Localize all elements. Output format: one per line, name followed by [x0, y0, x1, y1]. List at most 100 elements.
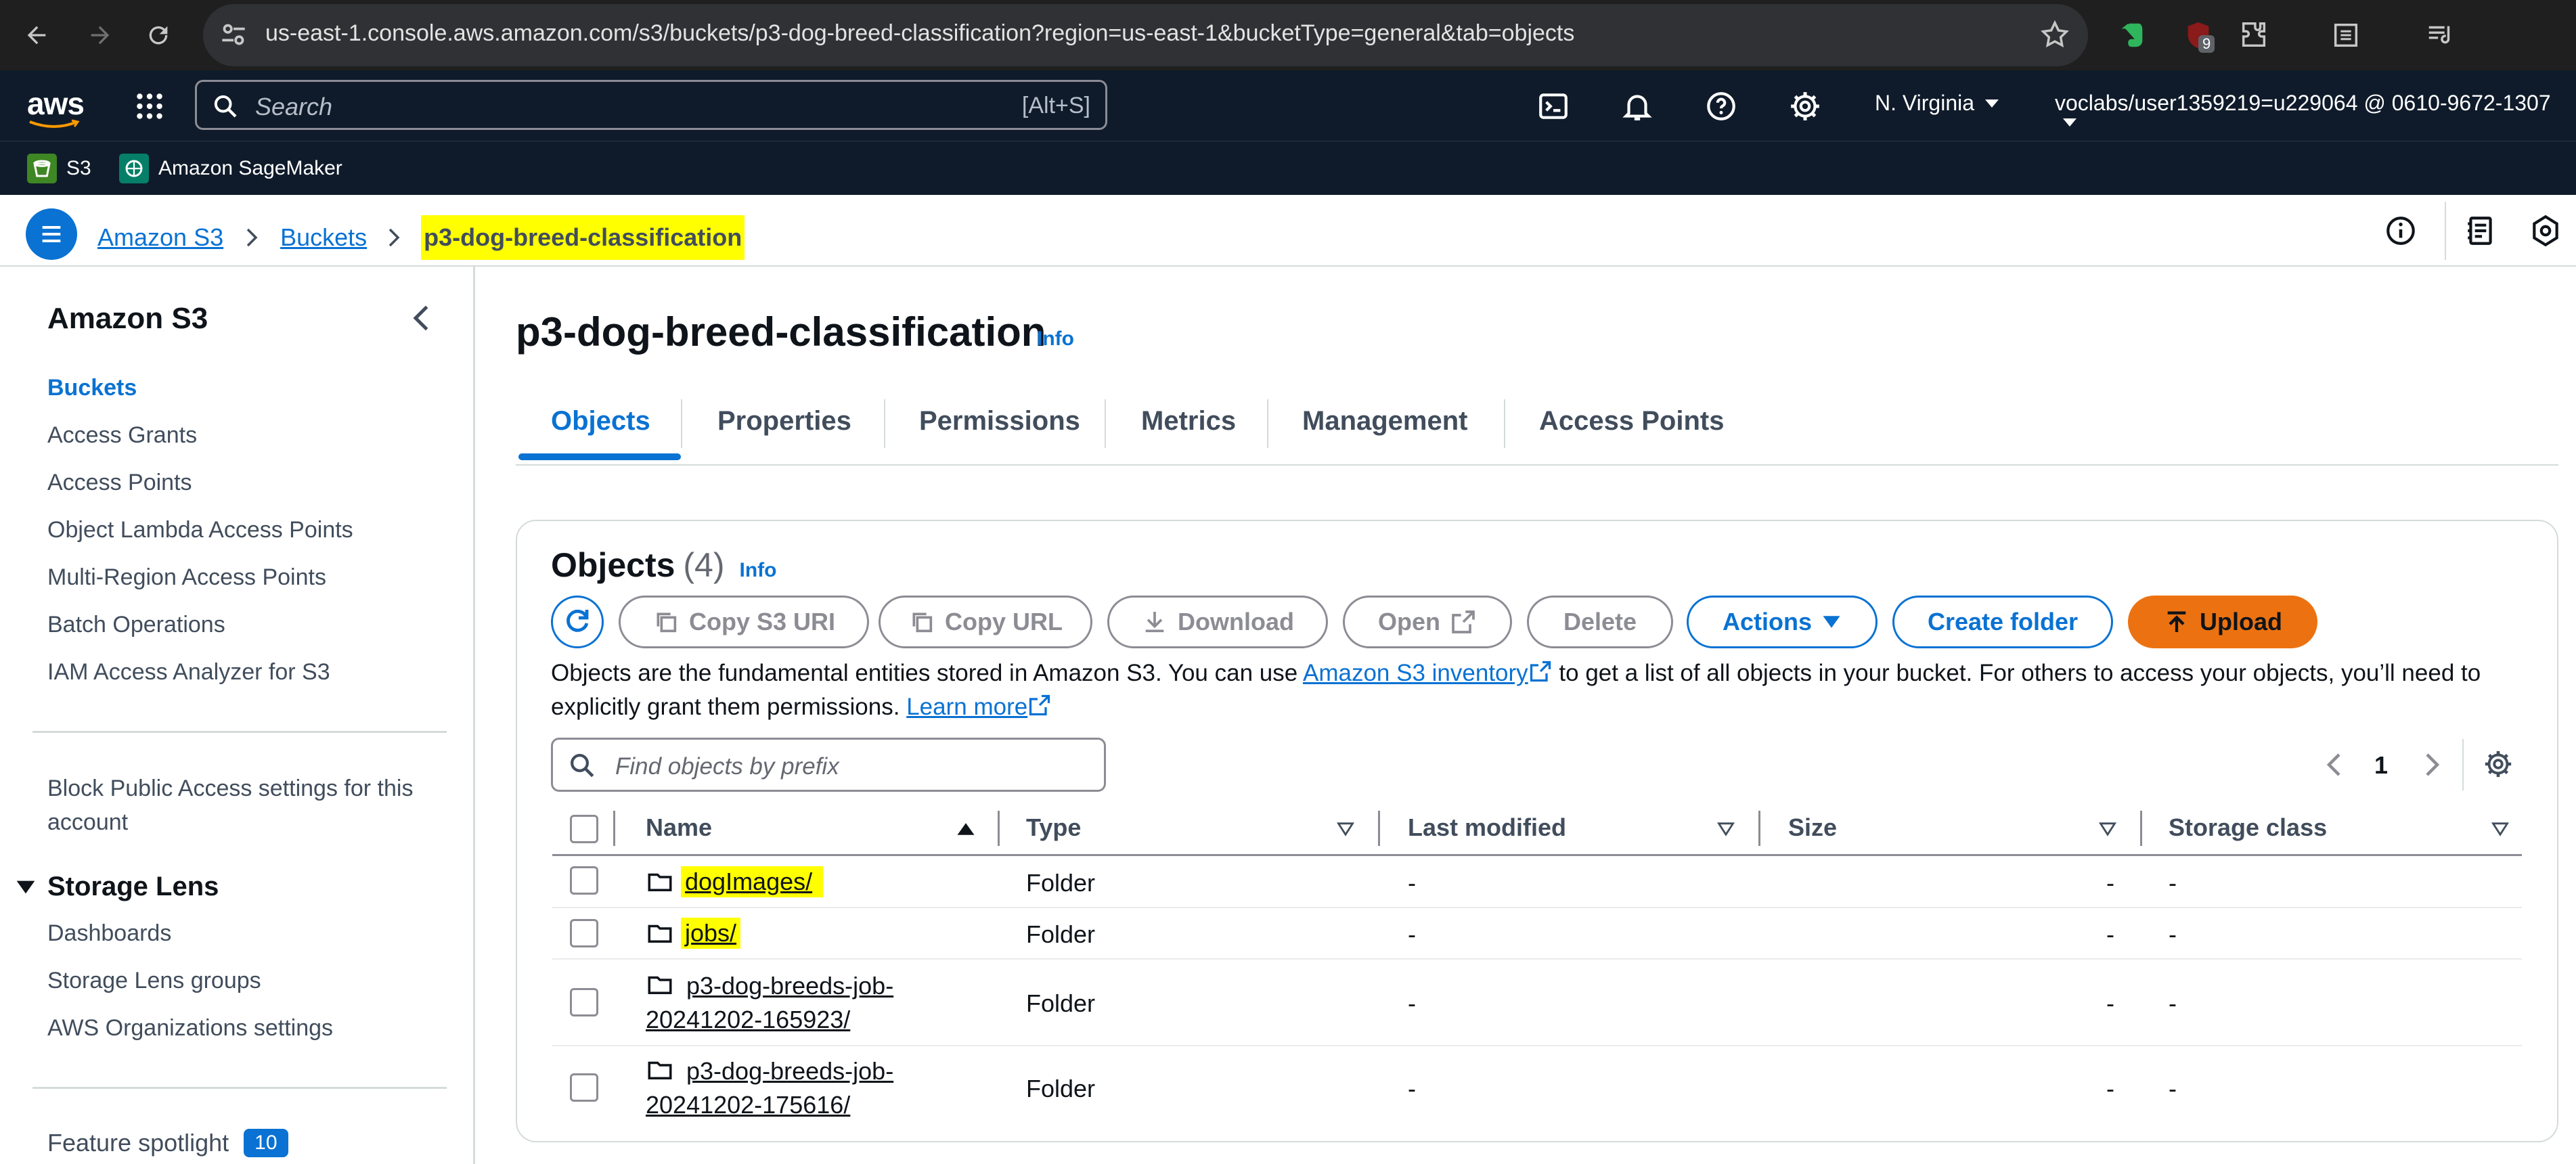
notes-panel-icon[interactable]	[2464, 214, 2497, 248]
tab-bar-border	[516, 464, 2558, 466]
breadcrumb-amazon-s3[interactable]: Amazon S3	[97, 223, 223, 252]
row-checkbox[interactable]	[570, 919, 598, 947]
divider	[2462, 739, 2464, 790]
row-checkbox[interactable]	[570, 866, 598, 895]
feature-spotlight[interactable]: Feature spotlight 10	[47, 1129, 288, 1157]
object-name-link[interactable]: 20241202-175616/	[646, 1091, 850, 1119]
sidebar-item-dashboards[interactable]: Dashboards	[47, 920, 171, 947]
column-header-size[interactable]: Size	[1788, 813, 1837, 842]
page-number[interactable]: 1	[2374, 751, 2388, 780]
services-menu-icon[interactable]	[133, 89, 166, 123]
folder-icon	[648, 976, 672, 994]
media-control-icon[interactable]	[2420, 15, 2461, 55]
object-name-link[interactable]: 20241202-165923/	[646, 1006, 850, 1034]
copy-s3-uri-button[interactable]: Copy S3 URI	[619, 596, 869, 648]
object-name-link[interactable]: p3-dog-breeds-job-	[686, 972, 893, 1000]
refresh-icon	[567, 609, 589, 632]
page-info-link[interactable]: Info	[1037, 328, 1074, 351]
cloudformation-panel-icon[interactable]	[2529, 214, 2562, 248]
sort-icon[interactable]	[1336, 820, 1355, 838]
sidebar-item-aws-organizations-settings[interactable]: AWS Organizations settings	[47, 1015, 333, 1042]
objects-info-link[interactable]: Info	[740, 559, 777, 582]
row-checkbox[interactable]	[570, 988, 598, 1016]
console-search-input[interactable]: Search [Alt+S]	[195, 80, 1107, 130]
settings-gear-icon[interactable]	[1788, 89, 1822, 123]
column-header-storage-class[interactable]: Storage class	[2169, 813, 2327, 842]
table-preferences-gear-icon[interactable]	[2483, 748, 2514, 780]
object-size: -	[2106, 1075, 2114, 1102]
info-panel-icon[interactable]	[2384, 214, 2418, 248]
tab-metrics[interactable]: Metrics	[1141, 406, 1236, 436]
folder-icon	[648, 1061, 672, 1079]
tab-objects[interactable]: Objects	[551, 406, 650, 436]
next-page-icon[interactable]	[2419, 750, 2443, 780]
reading-list-icon[interactable]	[2326, 15, 2366, 55]
navigation-menu-button[interactable]	[26, 208, 77, 260]
evernote-extension-icon[interactable]	[2112, 15, 2152, 55]
sidebar-item-access-points[interactable]: Access Points	[47, 470, 192, 496]
learn-more-link[interactable]: Learn more	[906, 694, 1027, 720]
sidebar-item-object-lambda-access-points[interactable]: Object Lambda Access Points	[47, 517, 353, 543]
tab-access-points[interactable]: Access Points	[1539, 406, 1724, 436]
tab-properties[interactable]: Properties	[717, 406, 851, 436]
sidebar-item-buckets[interactable]: Buckets	[47, 375, 137, 401]
back-icon[interactable]	[16, 15, 57, 55]
select-all-checkbox[interactable]	[570, 815, 598, 843]
url-text[interactable]: us-east-1.console.aws.amazon.com/s3/buck…	[265, 20, 1574, 47]
find-objects-input[interactable]: Find objects by prefix	[551, 738, 1106, 792]
favorite-s3[interactable]: S3	[27, 154, 91, 183]
copy-url-button[interactable]: Copy URL	[879, 596, 1092, 648]
actions-dropdown-button[interactable]: Actions	[1687, 596, 1878, 648]
sidebar-item-batch-operations[interactable]: Batch Operations	[47, 612, 225, 638]
forward-icon[interactable]	[80, 15, 120, 55]
object-name-link[interactable]: dogImages/	[681, 866, 824, 897]
s3-service-icon	[27, 154, 57, 183]
row-checkbox[interactable]	[570, 1073, 598, 1102]
object-name-link[interactable]: p3-dog-breeds-job-	[686, 1057, 893, 1085]
sort-ascending-icon[interactable]	[956, 820, 976, 838]
region-selector[interactable]: N. Virginia	[1875, 91, 2000, 116]
column-header-type[interactable]: Type	[1026, 813, 1081, 842]
breadcrumb-buckets[interactable]: Buckets	[280, 223, 367, 252]
sidebar-item-multi-region-access-points[interactable]: Multi-Region Access Points	[47, 564, 326, 591]
favorite-sagemaker[interactable]: Amazon SageMaker	[119, 154, 342, 183]
help-icon[interactable]	[1704, 89, 1738, 123]
cloudshell-icon[interactable]	[1536, 89, 1570, 123]
upload-button[interactable]: Upload	[2128, 596, 2317, 648]
sidebar-item-access-grants[interactable]: Access Grants	[47, 422, 197, 449]
notifications-bell-icon[interactable]	[1620, 89, 1654, 123]
address-bar[interactable]: us-east-1.console.aws.amazon.com/s3/buck…	[203, 4, 2088, 66]
sort-icon[interactable]	[2098, 820, 2117, 838]
external-link-icon	[1452, 610, 1475, 633]
sort-icon[interactable]	[1716, 820, 1735, 838]
sidebar-title[interactable]: Amazon S3	[47, 302, 208, 336]
extensions-puzzle-icon[interactable]	[2234, 15, 2274, 55]
sidebar-item-iam-access-analyzer[interactable]: IAM Access Analyzer for S3	[47, 659, 330, 686]
reload-icon[interactable]	[138, 15, 179, 55]
object-name-link[interactable]: jobs/	[681, 918, 741, 949]
object-last-modified: -	[1408, 920, 1416, 948]
delete-button[interactable]: Delete	[1527, 596, 1673, 648]
open-button[interactable]: Open	[1343, 596, 1512, 648]
download-button[interactable]: Download	[1107, 596, 1328, 648]
storage-lens-section-toggle[interactable]: Storage Lens	[15, 872, 219, 902]
object-size: -	[2106, 920, 2114, 948]
bookmark-star-icon[interactable]	[2039, 19, 2070, 50]
sort-icon[interactable]	[2491, 820, 2510, 838]
tab-permissions[interactable]: Permissions	[919, 406, 1080, 436]
s3-inventory-link[interactable]: Amazon S3 inventory	[1303, 660, 1528, 686]
sidebar-item-storage-lens-groups[interactable]: Storage Lens groups	[47, 968, 261, 994]
aws-logo[interactable]: aws	[27, 85, 85, 131]
create-folder-button[interactable]: Create folder	[1892, 596, 2113, 648]
prev-page-icon[interactable]	[2323, 750, 2347, 780]
sidebar-item-block-public-access[interactable]: Block Public Access settings for this ac…	[47, 771, 453, 839]
refresh-button[interactable]	[551, 596, 604, 648]
account-menu[interactable]: voclabs/user1359219=u229064 @ 0610-9672-…	[2055, 91, 2576, 133]
site-settings-icon[interactable]	[217, 18, 250, 51]
column-header-last-modified[interactable]: Last modified	[1408, 813, 1566, 842]
collapse-sidebar-icon[interactable]	[409, 302, 436, 334]
tab-management[interactable]: Management	[1302, 406, 1468, 436]
ublock-extension-icon[interactable]: 9	[2178, 15, 2219, 55]
column-header-name[interactable]: Name	[646, 813, 712, 842]
breadcrumb: Amazon S3 Buckets p3-dog-breed-classific…	[97, 215, 745, 260]
